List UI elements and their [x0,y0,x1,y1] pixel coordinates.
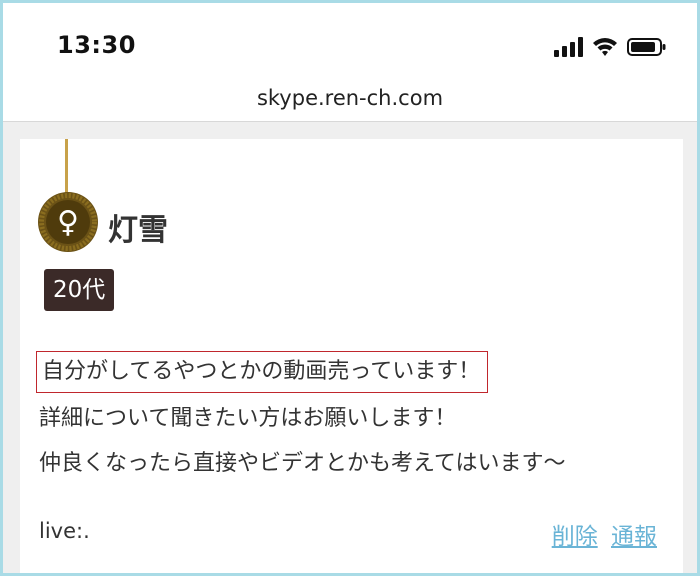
cellular-signal-icon [554,37,583,57]
status-bar: 13:30 [3,3,697,83]
screenshot-frame: 13:30 skype.ren-ch.com ♀ 灯雪 20代 自分がしてるやつ… [0,0,700,576]
live-id: live:. [39,519,90,543]
age-tag: 20代 [44,269,115,311]
message-line-highlighted: 自分がしてるやつとかの動画売っています！ [36,351,489,393]
status-time: 13:30 [57,31,136,59]
pendant-string [65,139,68,195]
delete-link[interactable]: 削除 [552,524,598,550]
battery-icon [627,38,666,56]
report-link[interactable]: 通報 [611,524,657,550]
post-message: 自分がしてるやつとかの動画売っています！ 詳細について聞きたい方はお願いします！… [36,349,566,486]
gender-symbol: ♀ [57,205,79,240]
page-content: ♀ 灯雪 20代 自分がしてるやつとかの動画売っています！ 詳細について聞きたい… [3,122,697,573]
message-line: 詳細について聞きたい方はお願いします！ [39,406,457,431]
address-bar[interactable]: skype.ren-ch.com [3,83,697,122]
address-url[interactable]: skype.ren-ch.com [257,86,443,110]
post-card: ♀ 灯雪 20代 自分がしてるやつとかの動画売っています！ 詳細について聞きたい… [20,139,683,573]
status-icons [553,37,667,57]
user-name: 灯雪 [108,213,168,248]
message-line: 仲良くなったら直接やビデオとかも考えてはいます〜 [39,451,566,476]
wifi-icon [593,38,617,56]
female-gender-badge-icon: ♀ [38,192,98,252]
post-actions: 削除 通報 [546,517,657,551]
